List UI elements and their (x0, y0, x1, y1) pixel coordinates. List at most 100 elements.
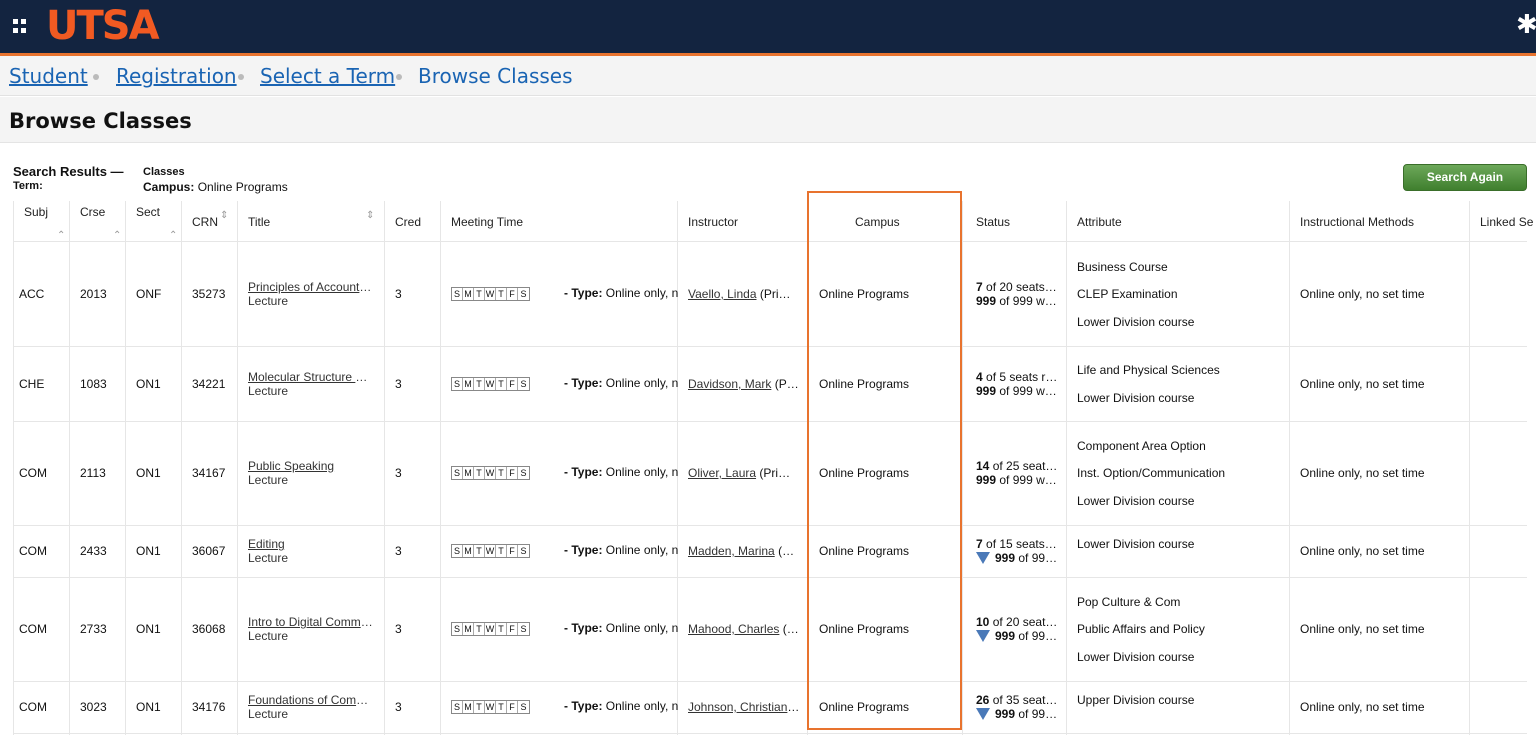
column-header-status[interactable]: Status (976, 215, 1010, 229)
cell-subj: ACC (19, 287, 45, 301)
day-box: S (452, 288, 463, 300)
course-title-link[interactable]: Principles of Accounting (248, 280, 374, 294)
cell-subj: COM (19, 700, 47, 714)
instructor-link[interactable]: Davidson, Mark (688, 377, 771, 391)
cell-sect: ON1 (136, 466, 161, 480)
seats-line: 14 of 25 seats remain (976, 459, 1058, 473)
breadcrumb-student[interactable]: Student (9, 65, 88, 87)
cell-subj: COM (19, 544, 47, 558)
sort-updown-icon[interactable]: ⇕ (220, 210, 228, 221)
cell-title: Molecular Structure of MatterLecture (248, 370, 374, 398)
instructor-link[interactable]: Oliver, Laura (688, 466, 756, 480)
instructor-link[interactable]: Madden, Marina (688, 544, 775, 558)
meeting-days: SMTWTFS (451, 544, 530, 558)
cell-status: 26 of 35 seats remain999 of 999 waitlist… (976, 693, 1058, 721)
search-results-classes: Classes (143, 166, 185, 178)
waitlist-line: 999 of 999 waitlist seats remain (976, 294, 1058, 308)
grid-icon[interactable] (13, 19, 27, 33)
breadcrumb-select-term[interactable]: Select a Term (260, 65, 395, 87)
page-header: Browse Classes (0, 97, 1536, 143)
instructor-link[interactable]: Mahood, Charles (688, 622, 779, 636)
cell-instructor: Johnson, Christian (Primary) (688, 700, 800, 714)
day-box: T (474, 467, 485, 479)
course-title-link[interactable]: Intro to Digital Communication (248, 615, 374, 629)
cell-instructor: Vaello, Linda (Primary) (688, 287, 800, 301)
campus-label: Campus: (143, 180, 195, 194)
meeting-type: - Type: Online only, no set time (564, 286, 678, 300)
schedule-type: Lecture (248, 707, 289, 721)
day-box: S (520, 624, 527, 634)
cell-status: 7 of 20 seats remain999 of 999 waitlist … (976, 280, 1058, 308)
campus-value: Online Programs (197, 180, 288, 194)
cell-status: 14 of 25 seats remain999 of 999 waitlist… (976, 459, 1058, 487)
meeting-days: SMTWTFS (451, 466, 530, 480)
course-title-link[interactable]: Molecular Structure of Matter (248, 370, 374, 384)
column-header-crn[interactable]: CRN (192, 215, 218, 229)
meeting-type: - Type: Online only, no set time (564, 465, 678, 479)
waitlist-text: of 999 waitlist seats remain (999, 384, 1058, 398)
day-box: M (463, 288, 474, 300)
cell-title: Intro to Digital CommunicationLecture (248, 615, 374, 643)
breadcrumb-registration[interactable]: Registration (116, 65, 237, 87)
meeting-type: - Type: Online only, no set time (564, 543, 678, 557)
cell-credits: 3 (395, 377, 402, 391)
sort-caret-icon[interactable]: ⌃ (113, 230, 121, 241)
column-header-instructor[interactable]: Instructor (688, 215, 738, 229)
attribute-item: Component Area Option (1077, 439, 1206, 453)
cell-instructor: Mahood, Charles (Primary) (688, 622, 800, 636)
attribute-item: Lower Division course (1077, 650, 1195, 664)
course-title-link[interactable]: Public Speaking (248, 459, 374, 473)
course-title-link[interactable]: Foundations of Communication (248, 693, 374, 707)
day-box: S (520, 468, 527, 478)
attribute-item: Business Course (1077, 260, 1168, 274)
cell-title: Editing Lecture (248, 537, 374, 565)
meeting-type-value: Online only, no set time (605, 376, 678, 390)
page-title: Browse Classes (9, 109, 192, 133)
cell-credits: 3 (395, 622, 402, 636)
meeting-days: SMTWTFS (451, 377, 530, 391)
cell-instructional-method: Online only, no set time (1300, 466, 1425, 480)
column-header-title[interactable]: Title (248, 215, 270, 229)
day-box: W (485, 378, 496, 390)
gear-icon[interactable]: ✱ (1516, 11, 1536, 39)
attribute-item: Lower Division course (1077, 391, 1195, 405)
waitlist-text: of 999 waitlist seats remain (999, 473, 1058, 487)
utsa-logo[interactable]: UTSA (46, 4, 160, 48)
cell-credits: 3 (395, 466, 402, 480)
meeting-days: SMTWTFS (451, 622, 530, 636)
seats-line: 26 of 35 seats remain (976, 693, 1058, 707)
cell-crse: 1083 (80, 377, 107, 391)
sort-caret-icon[interactable]: ⌃ (169, 230, 177, 241)
meeting-days: SMTWTFS (451, 700, 530, 714)
sort-updown-icon[interactable]: ⇕ (366, 210, 374, 221)
column-header-instructional-methods[interactable]: Instructional Methods (1300, 215, 1414, 229)
column-header-crse[interactable]: Crse (80, 205, 105, 219)
attribute-item: Lower Division course (1077, 494, 1195, 508)
column-header-subj[interactable]: Subj (24, 205, 48, 219)
cell-instructional-method: Online only, no set time (1300, 700, 1425, 714)
day-box: M (463, 467, 474, 479)
cell-crse: 3023 (80, 700, 107, 714)
instructor-link[interactable]: Vaello, Linda (688, 287, 757, 301)
day-box: S (452, 701, 463, 713)
column-header-cred[interactable]: Cred (395, 215, 421, 229)
day-box: S (520, 702, 527, 712)
column-header-attribute[interactable]: Attribute (1077, 215, 1122, 229)
day-box: F (507, 467, 518, 479)
instructor-link[interactable]: Johnson, Christian (688, 700, 799, 714)
type-label: - Type: (564, 543, 603, 557)
cell-instructional-method: Online only, no set time (1300, 622, 1425, 636)
seats-count: 4 (976, 370, 983, 384)
course-title-link[interactable]: Editing (248, 537, 374, 551)
seats-text: of 20 seats remain (986, 280, 1058, 294)
column-header-linked-sections[interactable]: Linked Se (1480, 215, 1536, 229)
cell-credits: 3 (395, 700, 402, 714)
search-again-button[interactable]: Search Again (1403, 164, 1527, 191)
column-header-sect[interactable]: Sect (136, 205, 160, 219)
seats-line: 10 of 20 seats remain (976, 615, 1058, 629)
instructor-role: (Primary) (759, 466, 800, 480)
waitlist-count: 999 (976, 384, 997, 398)
seats-text: of 5 seats remain (986, 370, 1058, 384)
column-header-meeting-time[interactable]: Meeting Time (451, 215, 523, 229)
sort-caret-icon[interactable]: ⌃ (57, 230, 65, 241)
